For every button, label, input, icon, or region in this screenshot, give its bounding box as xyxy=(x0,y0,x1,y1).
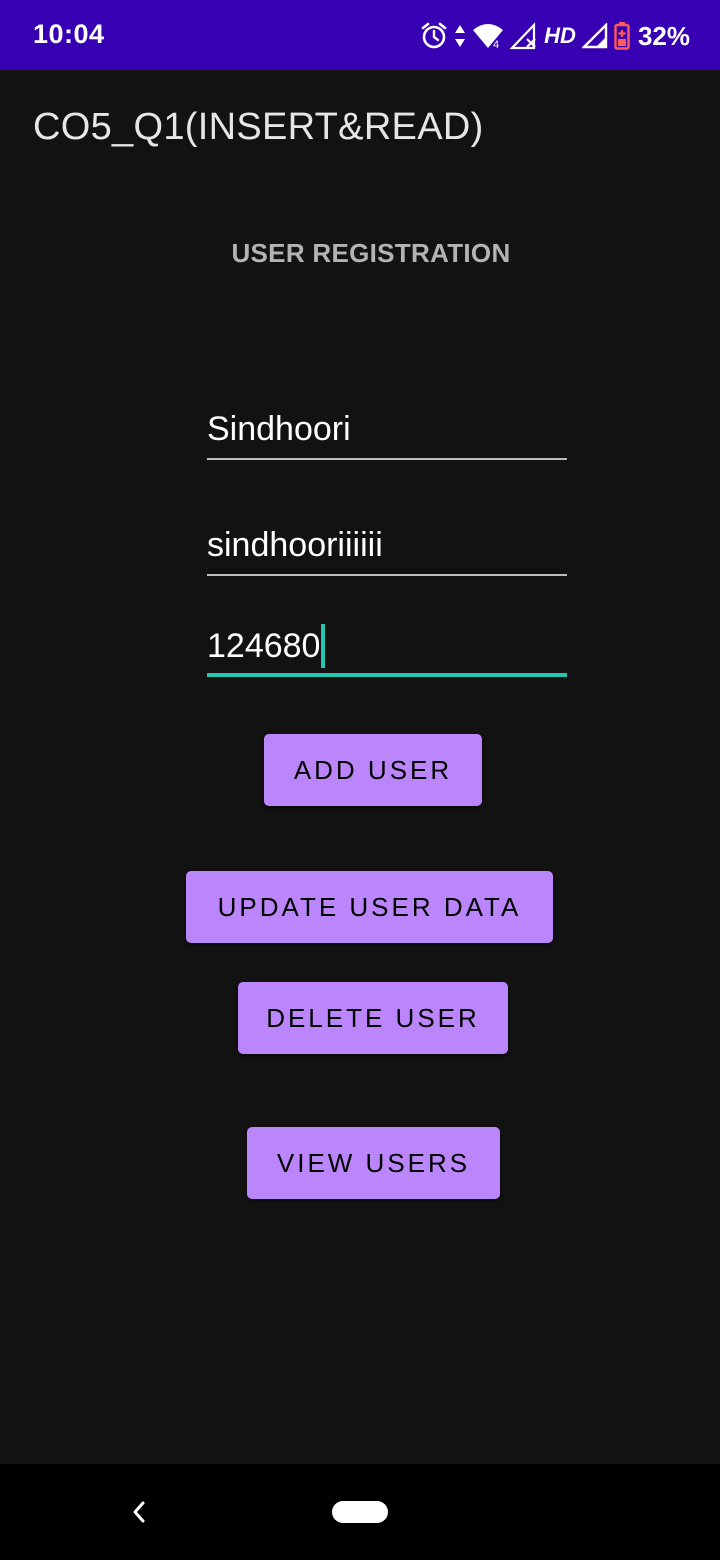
status-icons: 4 HD 32% xyxy=(420,16,690,56)
password-field-content: 124680 xyxy=(207,624,567,668)
battery-percent: 32% xyxy=(637,20,690,51)
username-field-underline xyxy=(207,574,567,576)
registration-heading: USER REGISTRATION xyxy=(231,238,511,268)
battery-low-icon xyxy=(614,22,630,50)
home-pill-icon[interactable] xyxy=(332,1501,388,1523)
navigation-bar xyxy=(0,1464,720,1560)
alarm-icon xyxy=(420,22,448,50)
name-field[interactable]: Sindhoori xyxy=(207,410,567,460)
data-arrows-icon xyxy=(454,23,466,49)
password-field[interactable]: 124680 xyxy=(207,624,567,678)
update-user-data-button[interactable]: UPDATE USER DATA xyxy=(186,871,553,943)
view-users-button[interactable]: VIEW USERS xyxy=(247,1127,500,1199)
password-field-underline xyxy=(207,673,567,677)
wifi-icon: 4 xyxy=(472,22,504,50)
signal-icon xyxy=(581,23,608,49)
name-field-value: Sindhoori xyxy=(207,410,351,448)
username-field[interactable]: sindhooriiiiii xyxy=(207,526,567,576)
password-field-value: 124680 xyxy=(207,626,321,665)
network-type: HD xyxy=(544,23,576,48)
app-screen: 10:04 4 HD 32% CO5_Q1(INSERT&READ) USER … xyxy=(0,0,720,1560)
text-cursor xyxy=(321,624,326,668)
svg-text:4: 4 xyxy=(493,39,499,50)
app-title: CO5_Q1(INSERT&READ) xyxy=(33,106,484,148)
status-bar: 10:04 4 HD 32% xyxy=(0,0,720,70)
status-time: 10:04 xyxy=(33,19,105,49)
delete-user-button[interactable]: DELETE USER xyxy=(238,982,508,1054)
add-user-button[interactable]: ADD USER xyxy=(264,734,482,806)
signal-no-service-icon xyxy=(510,22,538,50)
username-field-value: sindhooriiiiii xyxy=(207,526,383,564)
name-field-underline xyxy=(207,458,567,460)
back-icon[interactable] xyxy=(126,1497,152,1532)
